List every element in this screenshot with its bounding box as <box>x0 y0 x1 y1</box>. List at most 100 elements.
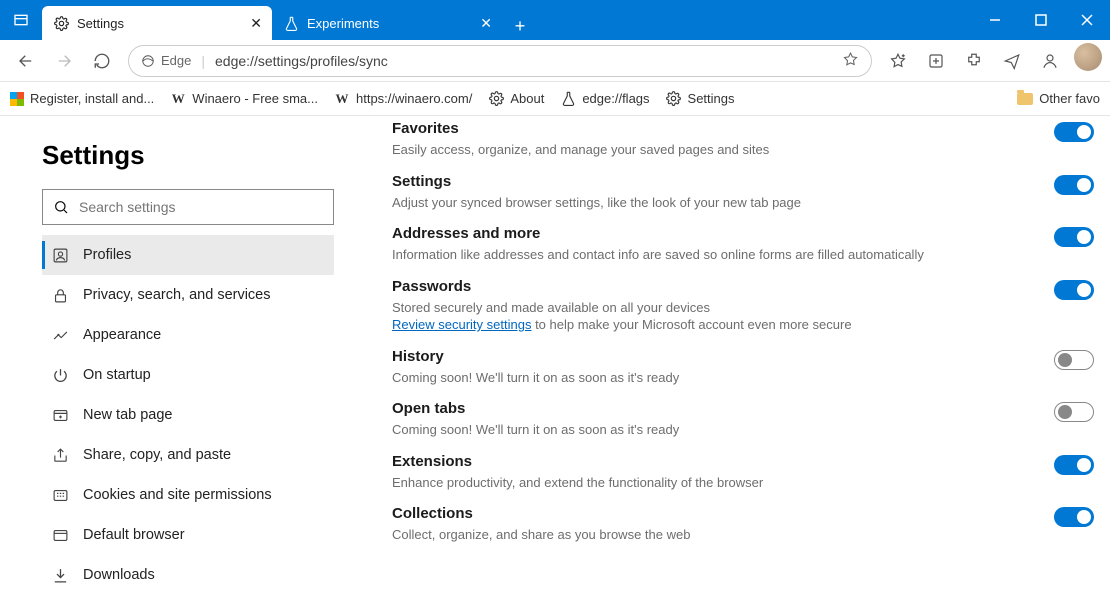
sync-item-title: Settings <box>392 173 1024 190</box>
toggle-extensions[interactable] <box>1054 455 1094 475</box>
sync-item-desc: Stored securely and made available on al… <box>392 299 1024 334</box>
tab-label: Experiments <box>307 16 472 31</box>
favorites-button[interactable] <box>880 43 916 79</box>
bookmark-item[interactable]: Register, install and... <box>10 91 154 106</box>
search-settings[interactable] <box>42 189 334 225</box>
toggle-addresses-and-more[interactable] <box>1054 227 1094 247</box>
collections-button[interactable] <box>918 43 954 79</box>
sidebar-item-cookies[interactable]: Cookies and site permissions <box>42 475 334 515</box>
new-tab-button[interactable]: + <box>506 12 534 40</box>
sync-item-settings: Settings Adjust your synced browser sett… <box>392 173 1094 212</box>
sidebar-item-label: Appearance <box>83 327 161 343</box>
bookmark-item[interactable]: WWinaero - Free sma... <box>170 91 318 107</box>
sidebar-item-appearance[interactable]: Appearance <box>42 315 334 355</box>
sync-item-title: Passwords <box>392 278 1024 295</box>
sidebar-item-label: Default browser <box>83 527 185 543</box>
folder-icon <box>1017 93 1033 105</box>
site-identity: Edge <box>141 53 191 68</box>
favorite-star-icon[interactable] <box>842 51 859 71</box>
default-icon <box>52 527 69 544</box>
toggle-favorites[interactable] <box>1054 122 1094 142</box>
browser-toolbar: Edge | edge://settings/profiles/sync <box>0 40 1110 82</box>
gear-icon <box>666 91 682 107</box>
sidebar-item-lock[interactable]: Privacy, search, and services <box>42 275 334 315</box>
search-icon <box>53 199 69 215</box>
share-icon <box>52 447 69 464</box>
settings-nav: Profiles Privacy, search, and services App… <box>42 235 334 598</box>
sync-item-desc: Adjust your synced browser settings, lik… <box>392 194 1024 212</box>
url-text: edge://settings/profiles/sync <box>215 53 832 69</box>
minimize-button[interactable] <box>972 0 1018 40</box>
sync-item-extensions: Extensions Enhance productivity, and ext… <box>392 453 1094 492</box>
title-bar: Settings ✕ Experiments ✕ + <box>0 0 1110 40</box>
review-security-link[interactable]: Review security settings <box>392 317 531 332</box>
edge-logo-icon <box>141 54 155 68</box>
sidebar-item-newtab[interactable]: New tab page <box>42 395 334 435</box>
sync-item-title: History <box>392 348 1024 365</box>
back-button[interactable] <box>8 43 44 79</box>
sync-item-desc: Coming soon! We'll turn it on as soon as… <box>392 369 1024 387</box>
share-button[interactable] <box>994 43 1030 79</box>
forward-button[interactable] <box>46 43 82 79</box>
sidebar-item-power[interactable]: On startup <box>42 355 334 395</box>
sync-item-title: Open tabs <box>392 400 1024 417</box>
address-bar[interactable]: Edge | edge://settings/profiles/sync <box>128 45 872 77</box>
sync-item-desc: Collect, organize, and share as you brow… <box>392 526 1024 544</box>
extensions-button[interactable] <box>956 43 992 79</box>
toggle-open-tabs <box>1054 402 1094 422</box>
search-input[interactable] <box>79 199 323 215</box>
sidebar-item-download[interactable]: Downloads <box>42 555 334 595</box>
sidebar-item-label: Privacy, search, and services <box>83 287 271 303</box>
sync-item-desc: Information like addresses and contact i… <box>392 246 1024 264</box>
profile-avatar[interactable] <box>1074 43 1102 71</box>
toggle-history <box>1054 350 1094 370</box>
tab-label: Settings <box>77 16 242 31</box>
bookmark-item[interactable]: Settings <box>666 91 735 107</box>
flask-icon <box>284 16 299 31</box>
sidebar-item-default[interactable]: Default browser <box>42 515 334 555</box>
sidebar-item-label: Share, copy, and paste <box>83 447 231 463</box>
maximize-button[interactable] <box>1018 0 1064 40</box>
sync-item-favorites: Favorites Easily access, organize, and m… <box>392 120 1094 159</box>
sync-item-desc: Easily access, organize, and manage your… <box>392 141 1024 159</box>
power-icon <box>52 367 69 384</box>
sync-item-addresses-and-more: Addresses and more Information like addr… <box>392 225 1094 264</box>
toggle-collections[interactable] <box>1054 507 1094 527</box>
lock-icon <box>52 287 69 304</box>
sync-item-collections: Collections Collect, organize, and share… <box>392 505 1094 544</box>
toggle-passwords[interactable] <box>1054 280 1094 300</box>
window-controls <box>972 0 1110 40</box>
sync-item-title: Addresses and more <box>392 225 1024 242</box>
bookmarks-bar: Register, install and... WWinaero - Free… <box>0 82 1110 116</box>
sidebar-item-label: Profiles <box>83 247 131 263</box>
sync-item-desc: Enhance productivity, and extend the fun… <box>392 474 1024 492</box>
toggle-settings[interactable] <box>1054 175 1094 195</box>
sync-item-title: Favorites <box>392 120 1024 137</box>
bookmark-item[interactable]: About <box>488 91 544 107</box>
close-window-button[interactable] <box>1064 0 1110 40</box>
gear-icon <box>488 91 504 107</box>
other-favorites-folder[interactable]: Other favo <box>1017 91 1100 106</box>
tab-settings[interactable]: Settings ✕ <box>42 6 272 40</box>
download-icon <box>52 567 69 584</box>
tab-experiments[interactable]: Experiments ✕ <box>272 6 502 40</box>
sync-item-desc: Coming soon! We'll turn it on as soon as… <box>392 421 1024 439</box>
sidebar-item-share[interactable]: Share, copy, and paste <box>42 435 334 475</box>
cookies-icon <box>52 487 69 504</box>
newtab-icon <box>52 407 69 424</box>
site-icon: W <box>170 91 186 107</box>
bookmark-item[interactable]: Whttps://winaero.com/ <box>334 91 472 107</box>
sidebar-item-profile[interactable]: Profiles <box>42 235 334 275</box>
app-menu-icon[interactable] <box>0 0 42 40</box>
close-tab-icon[interactable]: ✕ <box>480 16 492 30</box>
gear-icon <box>54 16 69 31</box>
bookmark-item[interactable]: edge://flags <box>560 91 649 107</box>
sync-item-history: History Coming soon! We'll turn it on as… <box>392 348 1094 387</box>
settings-sidebar: Settings ProfilesPrivacy, search, and se… <box>0 116 358 598</box>
refresh-button[interactable] <box>84 43 120 79</box>
sync-item-title: Extensions <box>392 453 1024 470</box>
close-tab-icon[interactable]: ✕ <box>250 16 262 30</box>
sync-settings-panel: Favorites Easily access, organize, and m… <box>358 116 1110 598</box>
account-button[interactable] <box>1032 43 1068 79</box>
sidebar-item-label: Downloads <box>83 567 155 583</box>
